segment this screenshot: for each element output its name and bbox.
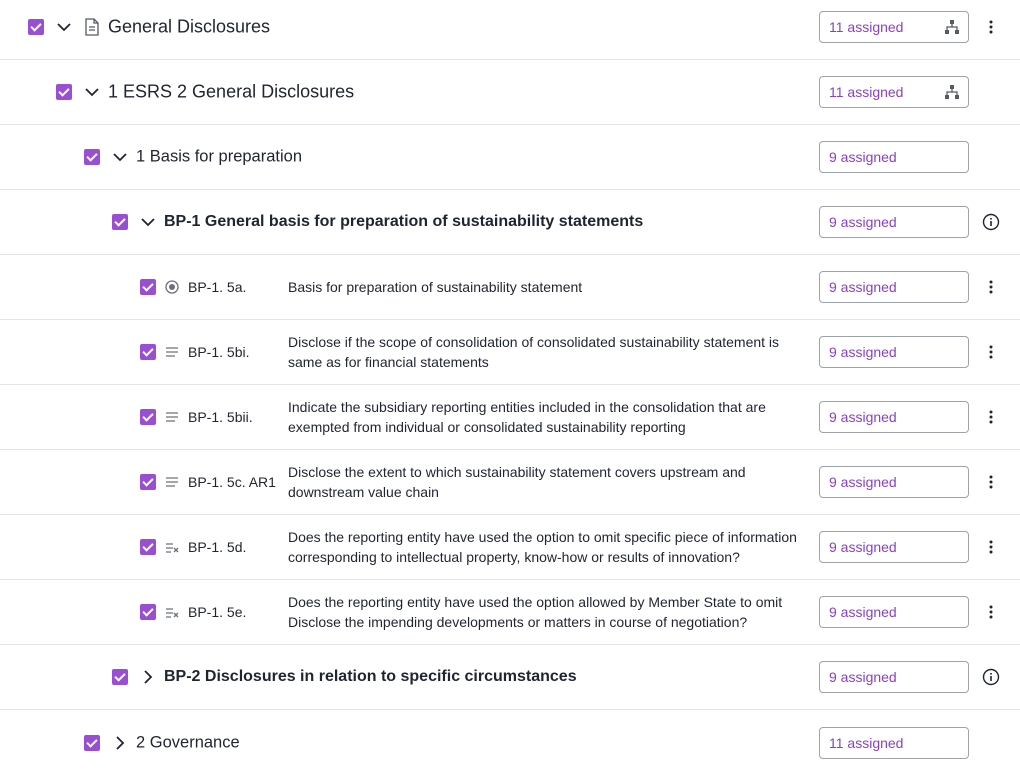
datapoint-row: BP-1. 5d. Does the reporting entity have… — [0, 515, 1020, 580]
tree-row-basis: 1 Basis for preparation 9 assigned — [0, 125, 1020, 190]
row-title: 1 Basis for preparation — [136, 147, 303, 166]
hierarchy-icon[interactable] — [945, 20, 959, 34]
assigned-label: 9 assigned — [829, 279, 897, 295]
chevron-down-icon[interactable] — [84, 84, 100, 100]
tree-row-esrs2: 1 ESRS 2 General Disclosures 11 assigned — [0, 60, 1020, 125]
chevron-right-icon[interactable] — [140, 669, 156, 685]
assigned-label: 11 assigned — [829, 734, 904, 751]
datapoint-row: BP-1. 5bi. Disclose if the scope of cons… — [0, 320, 1020, 385]
datapoint-description: Does the reporting entity have used the … — [288, 594, 783, 630]
tree-row-general-disclosures: General Disclosures 11 assigned — [0, 0, 1020, 60]
yes-no-icon — [166, 543, 179, 553]
datapoint-row: BP-1. 5e. Does the reporting entity have… — [0, 580, 1020, 645]
assigned-label: 9 assigned — [829, 409, 897, 425]
datapoint-code: BP-1. 5a. — [188, 279, 247, 295]
assigned-button[interactable]: 9 assigned — [819, 401, 969, 433]
assigned-button[interactable]: 9 assigned — [819, 206, 969, 238]
info-icon[interactable] — [982, 668, 1000, 686]
row-checkbox[interactable] — [140, 409, 156, 425]
row-checkbox[interactable] — [56, 84, 72, 100]
chevron-down-icon[interactable] — [56, 19, 72, 35]
row-checkbox[interactable] — [140, 604, 156, 620]
radio-icon — [165, 280, 179, 294]
datapoint-code: BP-1. 5bi. — [188, 344, 250, 360]
assigned-button[interactable]: 9 assigned — [819, 531, 969, 563]
chevron-down-icon[interactable] — [140, 214, 156, 230]
more-vertical-icon[interactable] — [983, 604, 999, 620]
assigned-button[interactable]: 9 assigned — [819, 271, 969, 303]
assigned-label: 9 assigned — [829, 214, 897, 230]
datapoint-code: BP-1. 5c. AR1 — [188, 474, 276, 490]
chevron-right-icon[interactable] — [112, 735, 128, 751]
datapoint-row: BP-1. 5c. AR1 Disclose the extent to whi… — [0, 450, 1020, 515]
row-checkbox[interactable] — [140, 279, 156, 295]
row-checkbox[interactable] — [28, 19, 44, 35]
row-checkbox[interactable] — [84, 734, 100, 751]
assigned-label: 11 assigned — [829, 84, 904, 100]
row-checkbox[interactable] — [140, 539, 156, 555]
tree-row-governance: 2 Governance 11 assigned — [0, 710, 1020, 775]
tree-row-bp2: BP-2 Disclosures in relation to specific… — [0, 645, 1020, 710]
datapoint-code: BP-1. 5bii. — [188, 409, 253, 425]
row-checkbox[interactable] — [84, 149, 100, 165]
row-title: 1 ESRS 2 General Disclosures — [108, 81, 355, 102]
chevron-down-icon[interactable] — [112, 149, 128, 165]
assigned-button[interactable]: 11 assigned — [819, 11, 969, 43]
assigned-button[interactable]: 9 assigned — [819, 661, 969, 693]
row-title: 2 Governance — [136, 733, 240, 751]
datapoint-code: BP-1. 5d. — [188, 539, 247, 555]
datapoint-description: Basis for preparation of sustainability … — [288, 279, 583, 295]
text-lines-icon — [166, 412, 178, 422]
document-icon — [85, 18, 99, 36]
datapoint-description: Does the reporting entity have used the … — [288, 529, 797, 565]
assigned-button[interactable]: 11 assigned — [819, 726, 969, 759]
more-vertical-icon[interactable] — [983, 344, 999, 360]
datapoint-row: BP-1. 5bii. Indicate the subsidiary repo… — [0, 385, 1020, 450]
yes-no-icon — [166, 608, 179, 618]
assigned-label: 11 assigned — [829, 19, 904, 35]
assigned-label: 9 assigned — [829, 669, 897, 685]
assigned-label: 9 assigned — [829, 149, 897, 165]
tree-row-bp1: BP-1 General basis for preparation of su… — [0, 190, 1020, 255]
assigned-button[interactable]: 9 assigned — [819, 141, 969, 173]
datapoint-code: BP-1. 5e. — [188, 604, 247, 620]
info-icon[interactable] — [982, 213, 1000, 231]
more-vertical-icon[interactable] — [983, 409, 999, 425]
row-checkbox[interactable] — [140, 344, 156, 360]
row-checkbox[interactable] — [112, 214, 128, 230]
more-vertical-icon[interactable] — [983, 539, 999, 555]
datapoint-description: Disclose if the scope of consolidation o… — [288, 334, 780, 370]
assigned-button[interactable]: 9 assigned — [819, 466, 969, 498]
text-lines-icon — [166, 347, 178, 357]
assigned-label: 9 assigned — [829, 539, 897, 555]
row-title: General Disclosures — [108, 16, 271, 37]
assigned-button[interactable]: 9 assigned — [819, 596, 969, 628]
row-title: BP-1 General basis for preparation of su… — [164, 213, 644, 230]
text-lines-icon — [166, 477, 178, 487]
assigned-label: 9 assigned — [829, 344, 897, 360]
more-vertical-icon[interactable] — [983, 474, 999, 490]
hierarchy-icon[interactable] — [945, 85, 959, 99]
assigned-label: 9 assigned — [829, 604, 897, 620]
row-checkbox[interactable] — [112, 669, 128, 685]
datapoint-row: BP-1. 5a. Basis for preparation of susta… — [0, 255, 1020, 320]
row-title: BP-2 Disclosures in relation to specific… — [164, 668, 577, 685]
more-vertical-icon[interactable] — [983, 19, 999, 35]
assigned-button[interactable]: 9 assigned — [819, 336, 969, 368]
datapoint-description: Disclose the extent to which sustainabil… — [288, 464, 746, 500]
datapoint-description: Indicate the subsidiary reporting entiti… — [288, 399, 766, 435]
assigned-button[interactable]: 11 assigned — [819, 76, 969, 108]
assigned-label: 9 assigned — [829, 474, 897, 490]
row-checkbox[interactable] — [140, 474, 156, 490]
more-vertical-icon[interactable] — [983, 279, 999, 295]
